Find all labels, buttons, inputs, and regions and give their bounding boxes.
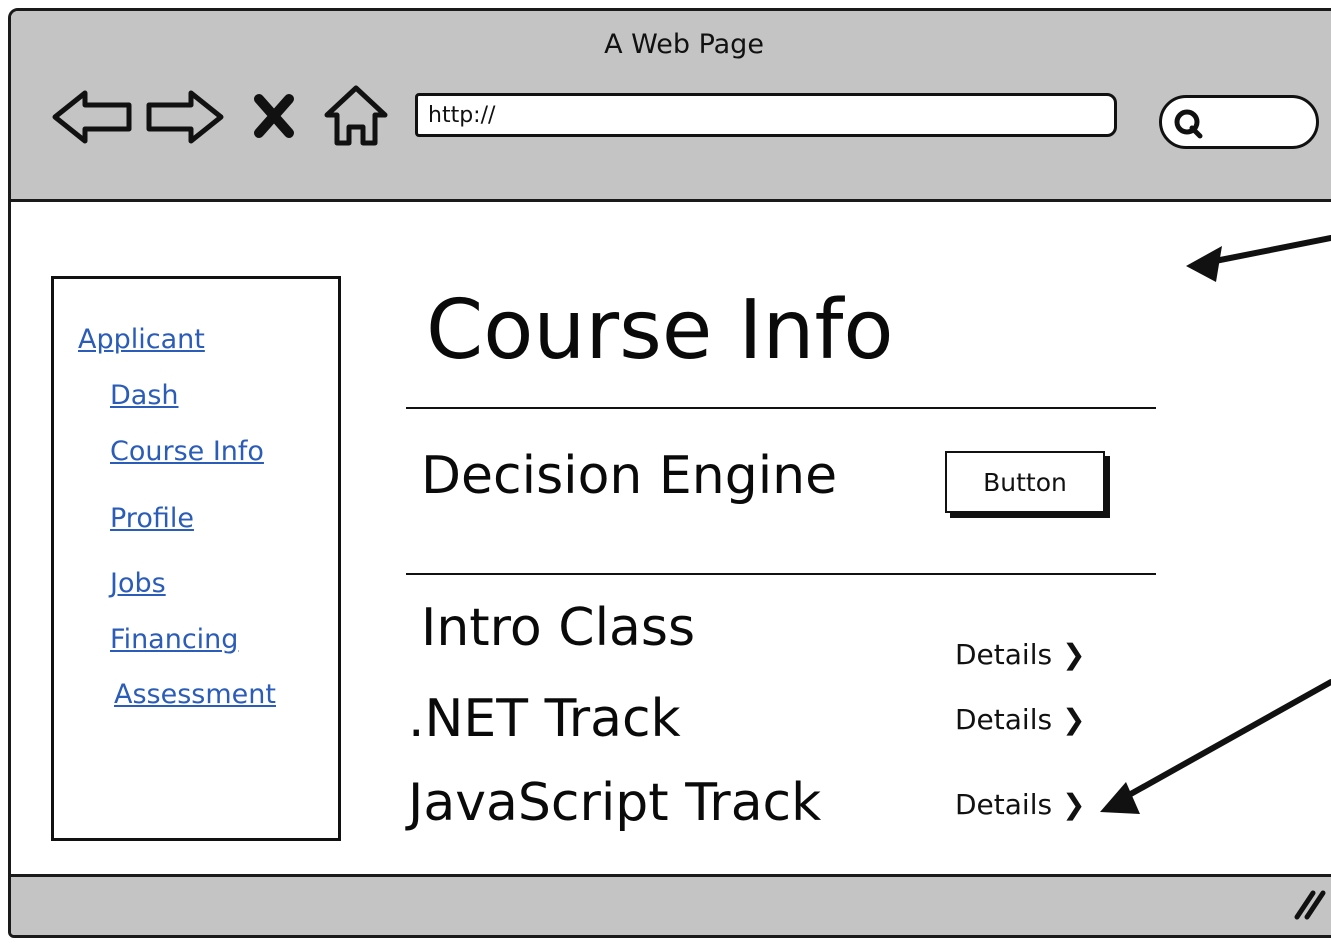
details-link-intro-class[interactable]: Details ❯ <box>955 638 1086 671</box>
browser-toolbar: A Web Page <box>11 11 1331 202</box>
decision-engine-label: Decision Engine <box>421 446 838 506</box>
resize-grip-icon[interactable] <box>1291 887 1327 923</box>
status-bar <box>11 874 1331 935</box>
close-icon[interactable] <box>251 91 297 141</box>
chevron-right-icon: ❯ <box>1062 788 1086 821</box>
divider <box>406 407 1156 409</box>
url-field[interactable] <box>415 93 1117 137</box>
decision-engine-button[interactable]: Button <box>945 451 1105 513</box>
window-title: A Web Page <box>604 29 764 60</box>
forward-arrow-icon[interactable] <box>145 87 225 147</box>
course-name-net-track: .NET Track <box>408 689 681 749</box>
sidebar-item-jobs[interactable]: Jobs <box>110 568 166 599</box>
sidebar-item-applicant[interactable]: Applicant <box>78 324 205 355</box>
sidebar-nav: Applicant Dash Course Info Profile Jobs … <box>51 276 341 841</box>
page-title: Course Info <box>426 283 894 378</box>
chevron-right-icon: ❯ <box>1062 638 1086 671</box>
details-label: Details <box>955 638 1053 671</box>
sidebar-item-course-info[interactable]: Course Info <box>110 436 264 467</box>
sidebar-item-assessment[interactable]: Assessment <box>114 679 276 710</box>
course-name-javascript-track: JavaScript Track <box>408 773 822 833</box>
divider <box>406 573 1156 575</box>
sidebar-item-dash[interactable]: Dash <box>110 380 179 411</box>
details-link-javascript-track[interactable]: Details ❯ <box>955 788 1086 821</box>
search-field[interactable] <box>1159 95 1319 149</box>
details-label: Details <box>955 788 1053 821</box>
search-icon <box>1174 109 1203 139</box>
home-icon[interactable] <box>321 83 391 149</box>
sidebar-item-financing[interactable]: Financing <box>110 624 238 655</box>
course-name-intro-class: Intro Class <box>421 598 696 658</box>
chevron-right-icon: ❯ <box>1062 703 1086 736</box>
browser-window: A Web Page Applicant Dash Course Info Pr… <box>8 8 1331 938</box>
back-arrow-icon[interactable] <box>51 87 135 147</box>
details-label: Details <box>955 703 1053 736</box>
sidebar-item-profile[interactable]: Profile <box>110 503 194 534</box>
details-link-net-track[interactable]: Details ❯ <box>955 703 1086 736</box>
